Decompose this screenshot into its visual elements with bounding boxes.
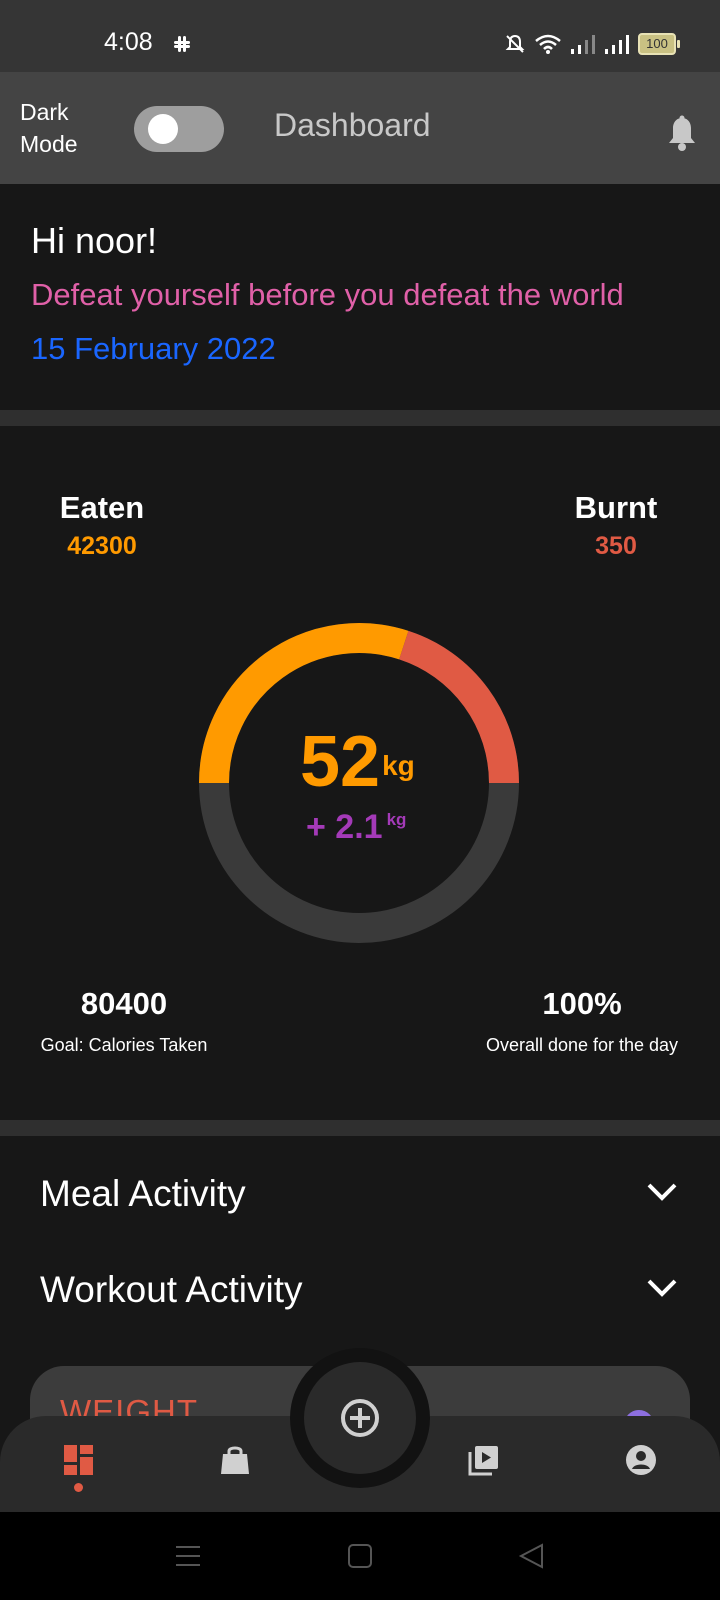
status-time: 4:08 bbox=[104, 28, 153, 56]
signal-icon bbox=[605, 35, 629, 54]
menu-icon[interactable] bbox=[175, 1543, 201, 1569]
current-date: 15 February 2022 bbox=[31, 331, 276, 366]
status-bar: 4:08 100 bbox=[0, 0, 720, 72]
workout-activity-label: Workout Activity bbox=[40, 1269, 303, 1310]
eaten-label: Eaten bbox=[59, 490, 145, 525]
chevron-down-icon[interactable] bbox=[646, 1278, 678, 1298]
bell-off-icon bbox=[505, 34, 525, 53]
wifi-icon bbox=[535, 34, 561, 54]
video-library-icon[interactable] bbox=[468, 1444, 500, 1476]
weight-change-unit: kg bbox=[386, 810, 407, 829]
dark-mode-toggle[interactable] bbox=[134, 106, 224, 152]
section-divider bbox=[0, 410, 720, 426]
current-weight: 52kg bbox=[300, 722, 430, 802]
battery-icon: 100 bbox=[638, 33, 680, 55]
toggle-knob bbox=[148, 114, 178, 144]
add-circle-icon bbox=[341, 1399, 379, 1437]
goal-value: 80400 bbox=[80, 986, 168, 1021]
burnt-value: 350 bbox=[595, 532, 637, 560]
dashboard-icon[interactable] bbox=[63, 1444, 95, 1476]
section-divider bbox=[0, 1120, 720, 1136]
status-icons: 100 bbox=[504, 30, 680, 58]
bell-icon[interactable] bbox=[666, 114, 698, 152]
eaten-value: 42300 bbox=[67, 532, 137, 560]
shopping-bag-icon[interactable] bbox=[219, 1444, 251, 1476]
greeting-text: Hi noor! bbox=[31, 220, 158, 261]
weight-unit: kg bbox=[382, 750, 415, 781]
overall-value: 100% bbox=[542, 986, 622, 1021]
signal-icon bbox=[571, 35, 595, 54]
weight-change: + 2.1 kg bbox=[306, 808, 446, 847]
system-nav-bar bbox=[0, 1512, 720, 1600]
chevron-down-icon[interactable] bbox=[646, 1182, 678, 1202]
back-icon[interactable] bbox=[518, 1543, 544, 1569]
dark-mode-label: Dark Mode bbox=[20, 99, 78, 157]
weight-value: 52 bbox=[300, 722, 381, 802]
overall-label: Overall done for the day bbox=[485, 1035, 679, 1055]
meal-activity-label: Meal Activity bbox=[40, 1173, 246, 1214]
add-button[interactable] bbox=[304, 1362, 416, 1474]
weight-change-value: + 2.1 bbox=[306, 808, 383, 846]
battery-level: 100 bbox=[646, 36, 668, 51]
motivation-quote: Defeat yourself before you defeat the wo… bbox=[31, 277, 624, 312]
burnt-label: Burnt bbox=[574, 490, 658, 525]
goal-label: Goal: Calories Taken bbox=[40, 1035, 208, 1055]
page-title: Dashboard bbox=[274, 107, 431, 143]
active-nav-indicator bbox=[74, 1483, 83, 1492]
slack-icon bbox=[174, 36, 190, 52]
home-square-icon[interactable] bbox=[347, 1543, 373, 1569]
account-icon[interactable] bbox=[625, 1444, 657, 1476]
